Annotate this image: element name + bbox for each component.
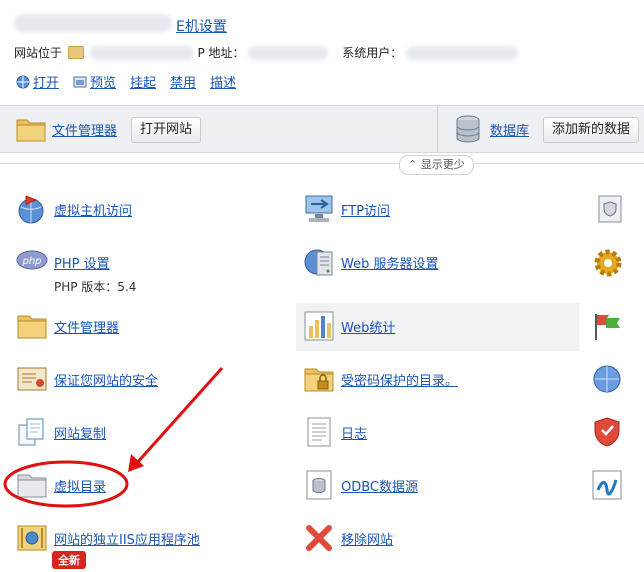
- password-dir-link[interactable]: 受密码保护的目录。: [341, 370, 458, 389]
- redacted-site-name: [14, 14, 172, 32]
- quick-toolbar: 文件管理器 打开网站 数据库 添加新的数据: [0, 105, 644, 153]
- app-pool-item[interactable]: 网站的独立IIS应用程序池: [16, 522, 200, 554]
- toolbar-database-link[interactable]: 数据库: [490, 120, 529, 139]
- folder-icon[interactable]: [16, 116, 46, 142]
- password-dir-item[interactable]: 受密码保护的目录。: [303, 363, 458, 395]
- redacted-user: [406, 45, 519, 60]
- flags-icon[interactable]: [592, 310, 624, 342]
- ftp-access-link[interactable]: FTP访问: [341, 200, 390, 219]
- disable-link[interactable]: 禁用: [170, 72, 196, 91]
- describe-link[interactable]: 描述: [210, 72, 236, 91]
- ip-label: P 地址：: [197, 46, 245, 60]
- logs-link[interactable]: 日志: [341, 423, 367, 442]
- dotnet-icon[interactable]: [592, 470, 622, 500]
- toolbar-file-manager-link[interactable]: 文件管理器: [52, 120, 117, 139]
- web-stats-link[interactable]: Web统计: [341, 317, 395, 336]
- php-settings-item[interactable]: php PHP 设置 PHP 版本：5.4: [16, 246, 136, 295]
- app-pool-icon: [17, 525, 47, 551]
- ftp-icon: [305, 195, 333, 222]
- site-location-label: 网站位于: [14, 46, 63, 60]
- database-icon[interactable]: [453, 114, 483, 144]
- system-user-label: 系统用户：: [342, 46, 403, 60]
- new-badge: 全新: [52, 551, 86, 569]
- web-server-settings-link[interactable]: Web 服务器设置: [341, 253, 438, 272]
- preview-link[interactable]: 预览: [90, 72, 116, 91]
- remove-site-item[interactable]: 移除网站: [303, 522, 393, 554]
- virtual-host-access-link[interactable]: 虚拟主机访问: [54, 200, 132, 219]
- globe-icon[interactable]: [592, 364, 622, 394]
- toolbar-divider: [437, 106, 438, 152]
- php-settings-link[interactable]: PHP 设置: [54, 257, 110, 272]
- odbc-item[interactable]: ODBC数据源: [303, 469, 418, 501]
- odbc-link[interactable]: ODBC数据源: [341, 476, 418, 495]
- globe-icon: [16, 75, 30, 88]
- ftp-access-item[interactable]: FTP访问: [303, 193, 390, 225]
- redacted-ip: [248, 45, 329, 60]
- preview-action[interactable]: 预览: [73, 72, 116, 91]
- file-manager-item[interactable]: 文件管理器: [16, 310, 119, 342]
- site-header: E机设置 网站位于 P 地址： 系统用户： 打开 预览 挂起 禁用 描述: [0, 0, 644, 104]
- web-stats-item[interactable]: Web统计: [303, 310, 395, 342]
- stats-icon: [304, 311, 334, 341]
- php-version-text: PHP 版本：5.4: [54, 280, 137, 294]
- preview-icon: [73, 76, 87, 87]
- section-divider: [0, 163, 644, 164]
- virtual-host-access-item[interactable]: 虚拟主机访问: [16, 193, 132, 225]
- open-action[interactable]: 打开: [16, 72, 59, 91]
- gear-icon[interactable]: [592, 247, 624, 279]
- web-server-settings-item[interactable]: Web 服务器设置: [303, 246, 438, 278]
- globe-arrow-icon: [18, 195, 44, 224]
- folder-icon: [67, 46, 84, 59]
- document-shield-icon[interactable]: [596, 194, 626, 224]
- annotation-ellipse: [3, 460, 129, 508]
- site-info-row: 网站位于 P 地址： 系统用户：: [14, 44, 519, 61]
- log-icon: [307, 417, 331, 447]
- php-icon: php: [16, 250, 48, 270]
- add-database-button[interactable]: 添加新的数据: [543, 117, 640, 143]
- host-settings-link[interactable]: E机设置: [176, 16, 227, 36]
- open-link[interactable]: 打开: [33, 72, 59, 91]
- odbc-icon: [306, 470, 332, 500]
- suspend-link[interactable]: 挂起: [130, 72, 156, 91]
- open-site-button[interactable]: 打开网站: [131, 117, 202, 143]
- remove-icon: [306, 525, 332, 551]
- site-actions: 打开 预览 挂起 禁用 描述: [16, 72, 236, 91]
- web-server-icon: [304, 249, 333, 276]
- app-pool-link[interactable]: 网站的独立IIS应用程序池: [54, 529, 200, 548]
- show-less-toggle[interactable]: ⌃ 显示更少: [399, 155, 474, 175]
- folder-lock-icon: [304, 368, 334, 392]
- redacted-path: [89, 45, 194, 60]
- logs-item[interactable]: 日志: [303, 416, 367, 448]
- file-manager-link[interactable]: 文件管理器: [54, 317, 119, 336]
- remove-site-link[interactable]: 移除网站: [341, 529, 393, 548]
- folder-icon: [17, 315, 47, 339]
- ssl-shield-icon[interactable]: [592, 416, 622, 448]
- svg-text:php: php: [21, 256, 41, 267]
- title-row: E机设置: [14, 14, 227, 36]
